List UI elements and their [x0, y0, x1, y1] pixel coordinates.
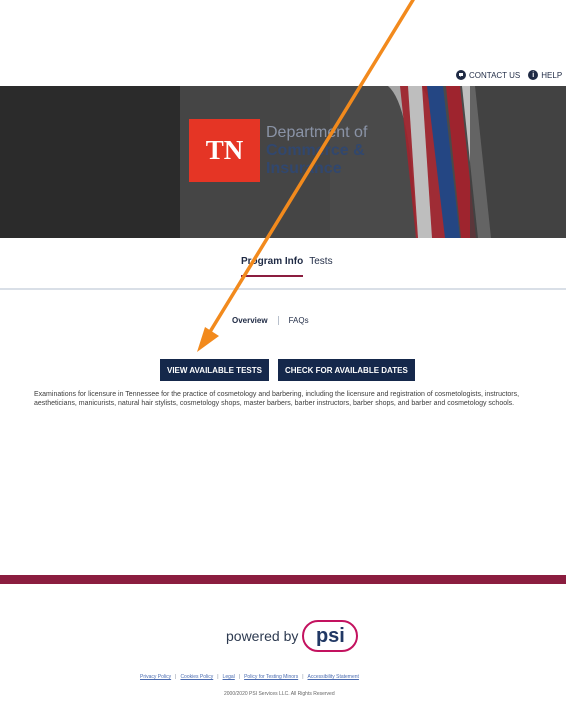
- footer-links: Privacy Policy | Cookies Policy | Legal …: [140, 674, 359, 680]
- action-buttons: VIEW AVAILABLE TESTS CHECK FOR AVAILABLE…: [160, 359, 415, 381]
- legal-link[interactable]: Legal: [223, 674, 235, 680]
- subnav: Overview FAQs: [232, 316, 309, 325]
- cookies-policy-link[interactable]: Cookies Policy: [180, 674, 213, 680]
- testing-minors-policy-link[interactable]: Policy for Testing Minors: [244, 674, 298, 680]
- department-name: Department of Commerce & Insurance: [266, 124, 426, 178]
- contact-us-label: CONTACT US: [469, 70, 521, 80]
- hero-banner: TN Department of Commerce & Insurance: [0, 86, 566, 238]
- department-line-3: Insurance: [266, 160, 342, 177]
- view-available-tests-button[interactable]: VIEW AVAILABLE TESTS: [160, 359, 269, 381]
- tab-program-info[interactable]: Program Info: [241, 256, 304, 277]
- department-line-1: Department of: [266, 124, 368, 141]
- powered-by-branding: powered by psi: [226, 620, 359, 652]
- top-utility-links: CONTACT US i HELP: [456, 68, 562, 82]
- footer-separator: |: [217, 674, 219, 680]
- footer-separator: |: [175, 674, 177, 680]
- bottom-accent-band: [0, 575, 566, 584]
- info-icon: i: [528, 70, 539, 80]
- help-label: HELP: [541, 70, 563, 80]
- department-line-2: Commerce &: [266, 142, 365, 159]
- program-description: Examinations for licensure in Tennessee …: [34, 391, 520, 407]
- subnav-faqs[interactable]: FAQs: [289, 316, 309, 325]
- chat-bubble-icon: [456, 70, 466, 80]
- contact-us-link[interactable]: CONTACT US: [456, 70, 520, 80]
- tab-tests[interactable]: Tests: [309, 256, 332, 277]
- subnav-overview[interactable]: Overview: [232, 316, 268, 325]
- tn-logo: TN: [189, 119, 260, 182]
- powered-by-text: powered by: [226, 628, 299, 644]
- psi-logo-text: psi: [315, 625, 345, 647]
- accessibility-statement-link[interactable]: Accessibility Statement: [308, 674, 359, 680]
- tab-group: Program Info Tests: [241, 256, 333, 277]
- help-link[interactable]: i HELP: [528, 70, 562, 80]
- psi-logo: psi: [302, 620, 359, 652]
- footer-separator: |: [302, 674, 304, 680]
- footer-separator: |: [238, 674, 241, 680]
- subnav-divider: [277, 316, 279, 325]
- primary-tabs: Program Info Tests: [0, 238, 566, 290]
- copyright-text: 2000/2020 PSI Services LLC. All Rights R…: [224, 691, 335, 697]
- check-for-available-dates-button[interactable]: CHECK FOR AVAILABLE DATES: [277, 359, 415, 381]
- privacy-policy-link[interactable]: Privacy Policy: [140, 674, 171, 680]
